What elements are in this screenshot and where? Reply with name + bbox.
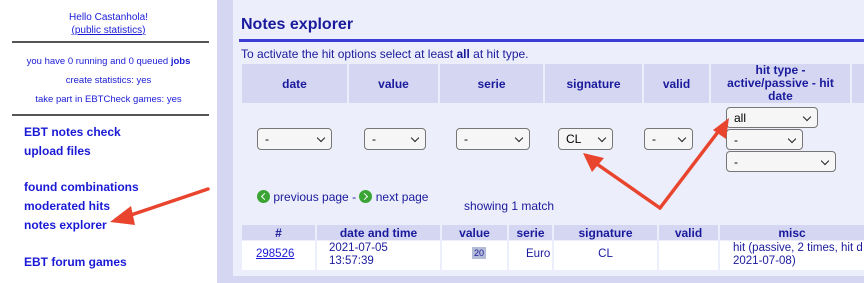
footer-strip bbox=[233, 276, 864, 283]
page-title: Notes explorer bbox=[241, 16, 354, 33]
filter-header-valid: valid bbox=[644, 64, 709, 103]
hint-before: To activate the hit options select at le… bbox=[241, 47, 457, 61]
pager-separator: - bbox=[348, 190, 360, 204]
jobs-link[interactable]: jobs bbox=[171, 56, 191, 67]
previous-page-link[interactable]: previous page bbox=[273, 190, 348, 204]
value-select[interactable]: - bbox=[364, 128, 426, 150]
note-time: 13:57:39 bbox=[329, 255, 374, 267]
main-panel: Notes explorer To activate the hit optio… bbox=[233, 0, 864, 283]
filter-header-overflow bbox=[852, 64, 864, 103]
note-value-badge: 20 bbox=[472, 247, 486, 259]
sidebar-divider bbox=[217, 0, 233, 283]
filter-header-hit-type: hit type - active/passive - hit date bbox=[711, 64, 850, 103]
nav-notes-explorer[interactable]: notes explorer bbox=[24, 218, 107, 232]
results-header-value: value bbox=[442, 225, 507, 240]
results-header-serie: serie bbox=[509, 225, 552, 240]
nav-found-combinations[interactable]: found combinations bbox=[24, 180, 139, 194]
note-date: 2021-07-05 bbox=[329, 242, 388, 254]
note-misc-line2: 2021-07-08) bbox=[733, 255, 796, 267]
divider bbox=[12, 114, 209, 116]
filter-header-signature: signature bbox=[545, 64, 642, 103]
nav-upload-files[interactable]: upload files bbox=[24, 144, 91, 158]
serie-select[interactable]: - bbox=[456, 128, 530, 150]
valid-select[interactable]: - bbox=[644, 128, 693, 150]
greeting: Hello Castanhola! bbox=[69, 12, 148, 23]
next-page-link[interactable]: next page bbox=[376, 190, 429, 204]
date-select[interactable]: - bbox=[257, 128, 332, 150]
nav-notes-check[interactable]: EBT notes check bbox=[24, 125, 121, 139]
note-signature: CL bbox=[598, 248, 613, 260]
row-cell bbox=[659, 241, 718, 270]
note-misc-line1: hit (passive, 2 times, hit d bbox=[733, 242, 863, 254]
results-header-misc: misc bbox=[720, 225, 864, 240]
results-header-valid: valid bbox=[659, 225, 718, 240]
sidebar: Hello Castanhola! (public statistics) yo… bbox=[0, 0, 217, 283]
results-header-date: date and time bbox=[317, 225, 440, 240]
results-header-signature: signature bbox=[554, 225, 657, 240]
title-rule bbox=[239, 39, 864, 42]
jobs-status: you have 0 running and 0 queued jobs bbox=[0, 56, 217, 67]
signature-select[interactable]: CL bbox=[558, 128, 613, 150]
match-count: showing 1 match bbox=[464, 199, 555, 213]
note-datetime: 2021-07-05 13:57:39 bbox=[329, 242, 388, 268]
jobs-text: you have 0 running and 0 queued bbox=[26, 56, 169, 67]
divider bbox=[12, 41, 209, 43]
next-page-icon[interactable] bbox=[359, 190, 373, 203]
hit-date-select[interactable]: - bbox=[726, 151, 836, 172]
hit-type-select[interactable]: all bbox=[726, 107, 818, 128]
filter-header-serie: serie bbox=[440, 64, 543, 103]
nav-forum-games[interactable]: EBT forum games bbox=[24, 255, 127, 269]
filter-header-date: date bbox=[242, 64, 347, 103]
note-id-link[interactable]: 298526 bbox=[256, 248, 294, 260]
public-statistics-label[interactable]: public statistics bbox=[75, 25, 142, 36]
active-passive-select[interactable]: - bbox=[726, 129, 803, 150]
note-misc: hit (passive, 2 times, hit d 2021-07-08) bbox=[733, 242, 864, 268]
games-status: take part in EBTCheck games: yes bbox=[35, 94, 182, 105]
note-serie: Euro bbox=[526, 248, 551, 260]
public-statistics-link[interactable]: (public statistics) bbox=[0, 24, 217, 37]
filter-header-value: value bbox=[349, 64, 438, 103]
hint-text: To activate the hit options select at le… bbox=[241, 47, 529, 61]
hint-bold: all bbox=[456, 47, 470, 61]
hint-after: at hit type. bbox=[469, 47, 529, 61]
previous-page-icon[interactable] bbox=[257, 190, 270, 203]
pager: previous page - next page bbox=[242, 186, 447, 223]
nav-moderated-hits[interactable]: moderated hits bbox=[24, 199, 110, 213]
match-count-cell: showing 1 match bbox=[449, 186, 864, 223]
results-header-id: # bbox=[242, 225, 315, 240]
create-statistics-status: create statistics: yes bbox=[65, 75, 152, 86]
